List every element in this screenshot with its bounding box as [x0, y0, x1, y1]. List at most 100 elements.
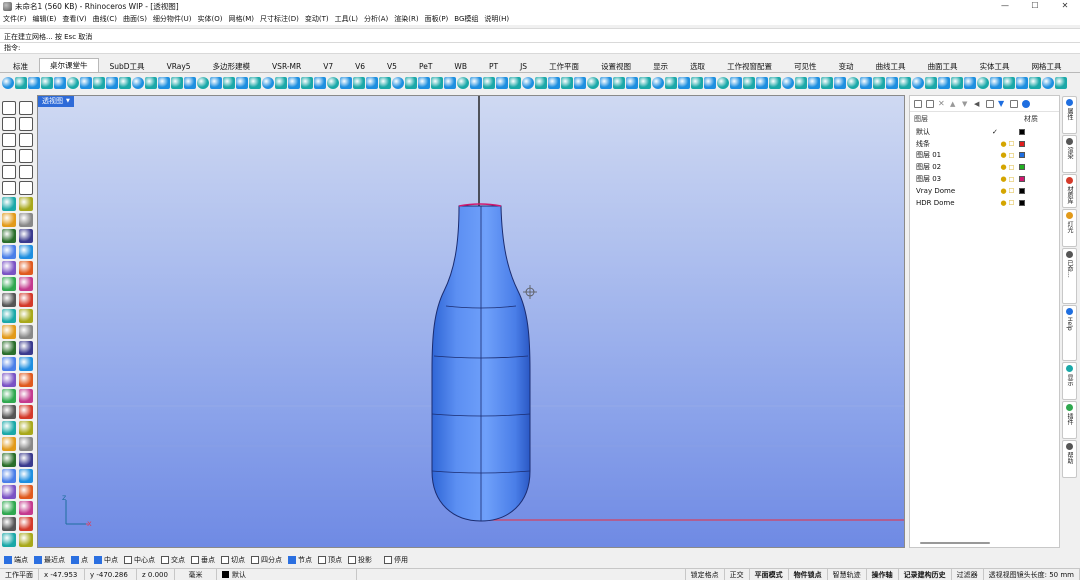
layer-color-swatch[interactable] — [1019, 199, 1025, 206]
visibility-bulb-icon[interactable]: ● — [1000, 187, 1007, 195]
osnap-checkbox[interactable]: 中心点 — [124, 555, 155, 565]
left-tool-icon[interactable] — [19, 165, 33, 179]
toolbar-tool-icon[interactable] — [626, 77, 638, 89]
left-tool-icon[interactable] — [2, 405, 16, 419]
osnap-checkbox[interactable]: 停用 — [384, 555, 408, 565]
layer-row[interactable]: 默认 ✓ — [910, 126, 1059, 138]
left-tool-icon[interactable] — [2, 517, 16, 531]
perspective-viewport[interactable]: z x 透视图 ▼ — [37, 95, 905, 548]
toolbar-tab[interactable]: 网格工具 — [1021, 59, 1073, 72]
toolbar-tool-icon[interactable] — [132, 77, 144, 89]
toolbar-tab[interactable]: 标准 — [2, 59, 39, 72]
toolbar-tool-icon[interactable] — [951, 77, 963, 89]
left-tool-icon[interactable] — [19, 261, 33, 275]
visibility-bulb-icon[interactable]: ● — [1000, 140, 1007, 148]
toolbar-tool-icon[interactable] — [587, 77, 599, 89]
toolbar-tool-icon[interactable] — [80, 77, 92, 89]
toolbar-tool-icon[interactable] — [561, 77, 573, 89]
left-tool-icon[interactable] — [2, 437, 16, 451]
osnap-checkbox[interactable]: 交点 — [161, 555, 185, 565]
minimize-button[interactable]: — — [990, 0, 1020, 12]
toolbar-tool-icon[interactable] — [431, 77, 443, 89]
toolbar-tool-icon[interactable] — [873, 77, 885, 89]
toolbar-tool-icon[interactable] — [600, 77, 612, 89]
left-tool-icon[interactable] — [19, 357, 33, 371]
status-toggle[interactable]: 平面模式 — [750, 568, 789, 580]
left-tool-icon[interactable] — [2, 501, 16, 515]
left-tool-icon[interactable] — [2, 293, 16, 307]
toolbar-tool-icon[interactable] — [821, 77, 833, 89]
toolbar-tool-icon[interactable] — [535, 77, 547, 89]
toolbar-tool-icon[interactable] — [197, 77, 209, 89]
layer-color-swatch[interactable] — [1019, 187, 1025, 194]
toolbar-tool-icon[interactable] — [717, 77, 729, 89]
toolbar-tab[interactable]: 设置视图 — [590, 59, 642, 72]
side-tab[interactable]: 属性 — [1062, 96, 1077, 134]
toolbar-tool-icon[interactable] — [613, 77, 625, 89]
toolbar-tool-icon[interactable] — [639, 77, 651, 89]
left-tool-icon[interactable] — [19, 469, 33, 483]
left-tool-icon[interactable] — [19, 389, 33, 403]
menu-item[interactable]: 曲面(S) — [123, 14, 147, 24]
status-toggle[interactable]: 锁定格点 — [686, 568, 725, 580]
toolbar-tool-icon[interactable] — [444, 77, 456, 89]
visibility-bulb-icon[interactable]: ● — [1000, 151, 1007, 159]
toolbar-tool-icon[interactable] — [483, 77, 495, 89]
layer-color-swatch[interactable] — [1019, 128, 1025, 135]
toolbar-tab[interactable]: 工作视窗配置 — [716, 59, 783, 72]
menu-item[interactable]: BG模组 — [454, 14, 478, 24]
toolbar-tab[interactable]: PT — [478, 59, 509, 72]
left-tool-icon[interactable] — [2, 533, 16, 547]
layer-settings-icon[interactable] — [1010, 99, 1018, 108]
layer-color-swatch[interactable] — [1019, 176, 1025, 183]
menu-item[interactable]: 渲染(R) — [394, 14, 418, 24]
filter-icon[interactable]: ▼ — [998, 99, 1006, 108]
left-tool-icon[interactable] — [2, 485, 16, 499]
toolbar-tool-icon[interactable] — [41, 77, 53, 89]
layer-row[interactable]: 图层 01 ● □ — [910, 150, 1059, 162]
toolbar-tab[interactable]: V5 — [376, 59, 408, 72]
osnap-checkbox[interactable]: 中点 — [94, 555, 118, 565]
status-toggle[interactable]: 物件锁点 — [789, 568, 828, 580]
menu-item[interactable]: 编辑(E) — [33, 14, 57, 24]
visibility-bulb-icon[interactable]: ● — [1000, 175, 1007, 183]
status-layer[interactable]: 默认 — [217, 568, 357, 580]
left-tool-icon[interactable] — [2, 117, 16, 131]
toolbar-tool-icon[interactable] — [574, 77, 586, 89]
left-tool-icon[interactable] — [19, 101, 33, 115]
toolbar-tool-icon[interactable] — [886, 77, 898, 89]
left-tool-icon[interactable] — [19, 501, 33, 515]
side-tab[interactable]: 渲染 — [1062, 135, 1077, 173]
layer-page-icon[interactable] — [986, 99, 994, 108]
side-tab[interactable]: Help — [1062, 305, 1077, 361]
toolbar-tool-icon[interactable] — [236, 77, 248, 89]
left-tool-icon[interactable] — [2, 261, 16, 275]
toolbar-tool-icon[interactable] — [327, 77, 339, 89]
toolbar-tool-icon[interactable] — [1029, 77, 1041, 89]
toolbar-tool-icon[interactable] — [2, 77, 14, 89]
toolbar-tool-icon[interactable] — [1016, 77, 1028, 89]
toolbar-tool-icon[interactable] — [704, 77, 716, 89]
left-tool-icon[interactable] — [2, 453, 16, 467]
viewport-title-tab[interactable]: 透视图 ▼ — [38, 96, 74, 107]
status-toggle[interactable]: 智慧轨迹 — [828, 568, 867, 580]
toolbar-tool-icon[interactable] — [509, 77, 521, 89]
toolbar-tool-icon[interactable] — [28, 77, 40, 89]
toolbar-tool-icon[interactable] — [834, 77, 846, 89]
toolbar-tool-icon[interactable] — [275, 77, 287, 89]
left-tool-icon[interactable] — [19, 485, 33, 499]
side-tab[interactable]: 显示 — [1062, 362, 1077, 400]
status-plane[interactable]: 工作平面 — [0, 568, 39, 580]
left-tool-icon[interactable] — [19, 197, 33, 211]
toolbar-tool-icon[interactable] — [496, 77, 508, 89]
lock-icon[interactable]: □ — [1007, 152, 1016, 159]
left-tool-icon[interactable] — [2, 181, 16, 195]
left-tool-icon[interactable] — [19, 133, 33, 147]
toolbar-tab[interactable]: 工作平面 — [538, 59, 590, 72]
status-toggle[interactable]: 过滤器 — [952, 568, 984, 580]
side-tab[interactable]: 灯光 — [1062, 209, 1077, 247]
menu-item[interactable]: 说明(H) — [484, 14, 509, 24]
toolbar-tool-icon[interactable] — [106, 77, 118, 89]
toolbar-tool-icon[interactable] — [405, 77, 417, 89]
toolbar-tab[interactable]: 曲面工具 — [917, 59, 969, 72]
